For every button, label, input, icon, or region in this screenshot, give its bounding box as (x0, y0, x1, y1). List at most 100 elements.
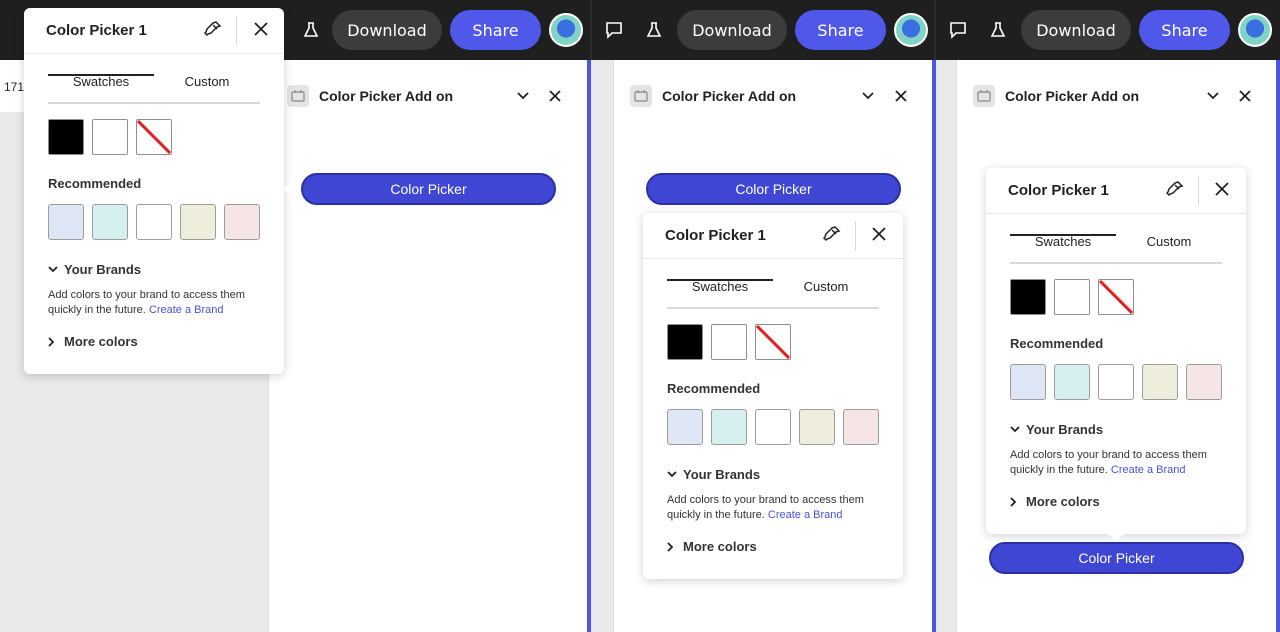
create-brand-link[interactable]: Create a Brand (768, 509, 843, 521)
color-picker-button[interactable]: Color Picker (989, 542, 1244, 574)
recommended-swatch[interactable] (711, 409, 747, 445)
chevron-down-icon[interactable] (517, 89, 529, 104)
flask-icon[interactable] (639, 15, 669, 45)
swatch-black[interactable] (1010, 279, 1046, 315)
picker-tabs: Swatches Custom (1010, 228, 1222, 264)
chevron-down-icon[interactable] (1207, 89, 1219, 104)
download-button[interactable]: Download (677, 10, 787, 50)
chevron-down-icon (48, 266, 60, 273)
close-icon[interactable] (872, 226, 886, 245)
recommended-swatch[interactable] (1186, 364, 1222, 400)
your-brands-toggle[interactable]: Your Brands (667, 467, 760, 482)
your-brands-label: Your Brands (1026, 422, 1104, 437)
recommended-swatch[interactable] (1010, 364, 1046, 400)
close-icon[interactable] (1239, 87, 1251, 106)
swatch-black[interactable] (48, 119, 84, 155)
brands-description: Add colors to your brand to access them … (1010, 448, 1220, 478)
brands-description: Add colors to your brand to access them … (667, 493, 877, 523)
color-picker-button-label: Color Picker (1078, 550, 1155, 566)
tab-swatches[interactable]: Swatches (667, 279, 773, 294)
avatar[interactable] (894, 13, 928, 47)
no-color-icon (137, 120, 171, 154)
header-divider (236, 16, 237, 46)
share-button[interactable]: Share (795, 10, 886, 50)
recommended-swatch[interactable] (136, 204, 172, 240)
addon-title: Color Picker Add on (319, 88, 454, 104)
flask-icon[interactable] (983, 15, 1013, 45)
panel-divider (590, 0, 592, 60)
close-icon[interactable] (895, 87, 907, 106)
color-picker-popover: Color Picker 1 Swatches Custom Recommend… (24, 8, 284, 374)
comment-icon[interactable] (943, 15, 973, 45)
create-brand-link[interactable]: Create a Brand (149, 304, 224, 316)
chevron-down-icon[interactable] (862, 89, 874, 104)
addon-header: Color Picker Add on (614, 84, 933, 108)
swatch-black[interactable] (667, 324, 703, 360)
color-picker-button-label: Color Picker (735, 181, 812, 197)
swatch-none[interactable] (1098, 279, 1134, 315)
download-button[interactable]: Download (1021, 10, 1131, 50)
more-colors-toggle[interactable]: More colors (1010, 494, 1100, 509)
swatch-white[interactable] (1054, 279, 1090, 315)
more-colors-toggle[interactable]: More colors (48, 334, 138, 349)
share-label: Share (817, 20, 864, 40)
avatar[interactable] (549, 13, 583, 47)
recommended-swatch[interactable] (180, 204, 216, 240)
recommended-swatch[interactable] (799, 409, 835, 445)
flask-icon[interactable] (296, 15, 326, 45)
recommended-swatch[interactable] (48, 204, 84, 240)
panel-border (587, 60, 591, 632)
addon-title: Color Picker Add on (662, 88, 797, 104)
color-picker-popover: Color Picker 1 Swatches Custom Recommend… (986, 168, 1246, 534)
eyedropper-icon[interactable] (202, 20, 222, 44)
picker-tabs: Swatches Custom (667, 273, 879, 309)
share-label: Share (472, 20, 519, 40)
eyedropper-icon[interactable] (1164, 180, 1184, 204)
addon-icon (973, 85, 995, 107)
tab-custom[interactable]: Custom (773, 279, 879, 294)
tab-custom[interactable]: Custom (154, 74, 260, 89)
color-picker-button[interactable]: Color Picker (301, 173, 556, 205)
recommended-swatch[interactable] (1054, 364, 1090, 400)
comment-icon[interactable] (599, 15, 629, 45)
tab-swatches[interactable]: Swatches (48, 74, 154, 89)
eyedropper-icon[interactable] (821, 225, 841, 249)
close-icon[interactable] (254, 21, 268, 40)
recommended-swatch[interactable] (1142, 364, 1178, 400)
close-icon[interactable] (549, 87, 561, 106)
swatch-none[interactable] (136, 119, 172, 155)
panel-border (1276, 60, 1280, 632)
swatch-none[interactable] (755, 324, 791, 360)
recommended-swatch[interactable] (1098, 364, 1134, 400)
panel-divider (934, 0, 936, 60)
download-label: Download (692, 20, 772, 40)
recommended-swatch[interactable] (667, 409, 703, 445)
your-brands-toggle[interactable]: Your Brands (48, 262, 141, 277)
create-brand-link[interactable]: Create a Brand (1111, 464, 1186, 476)
color-picker-button-label: Color Picker (390, 181, 467, 197)
swatch-white[interactable] (92, 119, 128, 155)
recommended-swatch[interactable] (843, 409, 879, 445)
more-colors-toggle[interactable]: More colors (667, 539, 757, 554)
tab-custom[interactable]: Custom (1116, 234, 1222, 249)
close-icon[interactable] (1215, 181, 1229, 200)
popover-title: Color Picker 1 (46, 22, 147, 39)
color-picker-button[interactable]: Color Picker (646, 173, 901, 205)
popover-pointer (764, 205, 780, 213)
share-button[interactable]: Share (1139, 10, 1230, 50)
recommended-swatch[interactable] (755, 409, 791, 445)
download-button[interactable]: Download (332, 10, 442, 50)
popover-header: Color Picker 1 (24, 8, 284, 54)
addon-header: Color Picker Add on (957, 84, 1276, 108)
popover-pointer (283, 181, 291, 197)
popover-header: Color Picker 1 (643, 213, 903, 259)
popover-header: Color Picker 1 (986, 168, 1246, 214)
chevron-right-icon (667, 541, 679, 552)
recommended-swatch[interactable] (224, 204, 260, 240)
tab-swatches[interactable]: Swatches (1010, 234, 1116, 249)
your-brands-toggle[interactable]: Your Brands (1010, 422, 1103, 437)
recommended-swatch[interactable] (92, 204, 128, 240)
avatar[interactable] (1238, 13, 1272, 47)
swatch-white[interactable] (711, 324, 747, 360)
share-button[interactable]: Share (450, 10, 541, 50)
